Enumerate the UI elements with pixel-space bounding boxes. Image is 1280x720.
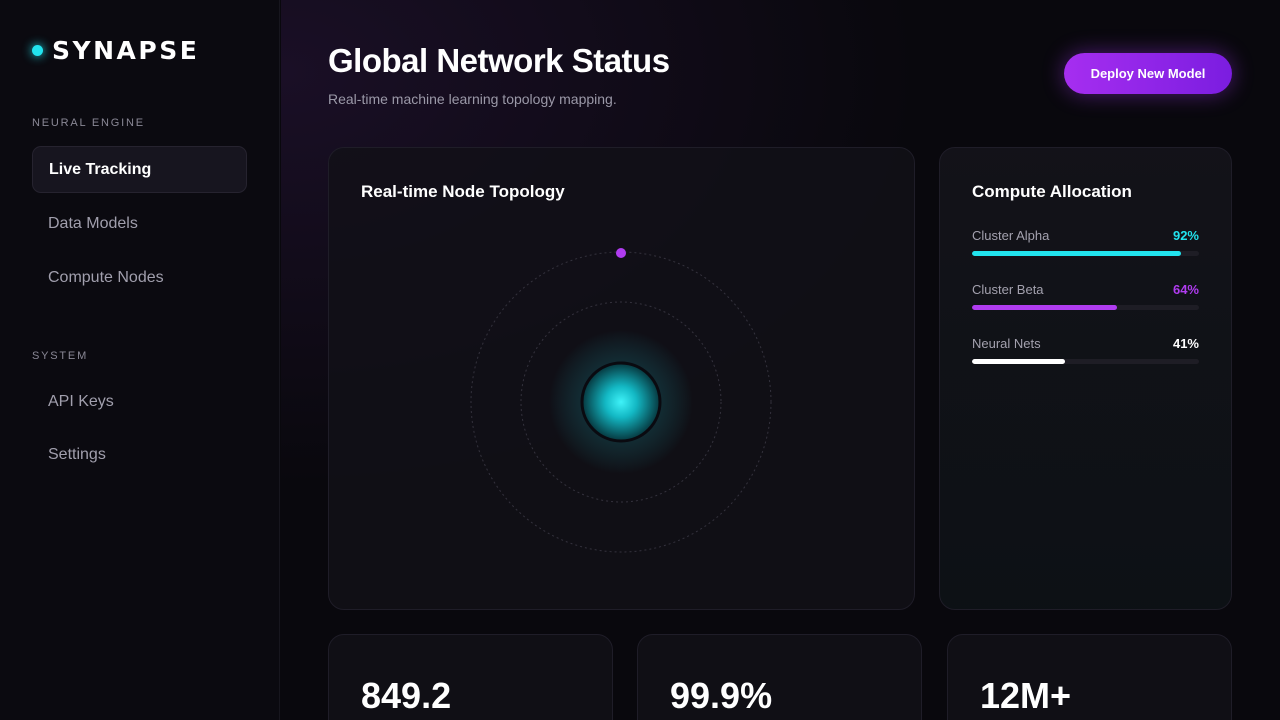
stat-card-2: 99.9% bbox=[637, 634, 922, 720]
stat-value: 99.9% bbox=[670, 675, 773, 716]
sidebar-item-live-tracking[interactable]: Live Tracking bbox=[32, 146, 247, 193]
stat-value: 12M+ bbox=[980, 675, 1072, 716]
allocation-fill-bar bbox=[972, 359, 1066, 364]
compute-allocation-card: Compute Allocation Cluster Alpha 92% Clu… bbox=[939, 147, 1232, 610]
allocation-fill-bar bbox=[972, 251, 1181, 256]
stat-value: 849.2 bbox=[361, 675, 452, 716]
section-label-neural-engine: NEURAL ENGINE bbox=[32, 117, 145, 129]
section-label-system: SYSTEM bbox=[32, 350, 89, 362]
compute-allocation-title: Compute Allocation bbox=[972, 182, 1132, 201]
sidebar: SYNAPSE NEURAL ENGINE Live Tracking Data… bbox=[0, 0, 280, 720]
allocation-percent: 41% bbox=[1172, 336, 1199, 351]
allocation-name: Neural Nets bbox=[972, 336, 1041, 351]
app-root: SYNAPSE NEURAL ENGINE Live Tracking Data… bbox=[0, 0, 1280, 720]
allocation-track bbox=[972, 305, 1199, 310]
deploy-new-model-button[interactable]: Deploy New Model bbox=[1064, 53, 1232, 94]
allocation-track bbox=[972, 251, 1199, 256]
sidebar-item-api-keys[interactable]: API Keys bbox=[32, 378, 247, 425]
logo-text: SYNAPSE bbox=[52, 36, 200, 65]
allocation-track bbox=[972, 359, 1199, 364]
stat-card-1: 849.2 bbox=[328, 634, 613, 720]
sidebar-item-compute-nodes[interactable]: Compute Nodes bbox=[32, 254, 247, 301]
topology-visualization bbox=[470, 248, 772, 553]
sidebar-item-data-models[interactable]: Data Models bbox=[32, 200, 247, 247]
logo[interactable]: SYNAPSE bbox=[32, 36, 199, 65]
allocation-percent: 92% bbox=[1172, 228, 1199, 243]
logo-dot-icon bbox=[32, 45, 43, 56]
topology-card: Real-time Node Topology bbox=[328, 147, 915, 610]
stat-card-3: 12M+ bbox=[947, 634, 1232, 720]
page-title: Global Network Status bbox=[328, 42, 670, 79]
allocation-name: Cluster Beta bbox=[972, 282, 1044, 297]
page-subtitle: Real-time machine learning topology mapp… bbox=[328, 91, 617, 107]
core-node[interactable] bbox=[580, 361, 662, 443]
satellite-node[interactable] bbox=[616, 248, 626, 258]
allocation-fill-bar bbox=[972, 305, 1118, 310]
main-content: Global Network Status Real-time machine … bbox=[281, 0, 1280, 720]
sidebar-item-settings[interactable]: Settings bbox=[32, 431, 247, 478]
allocation-name: Cluster Alpha bbox=[972, 228, 1050, 243]
allocation-percent: 64% bbox=[1172, 282, 1199, 297]
